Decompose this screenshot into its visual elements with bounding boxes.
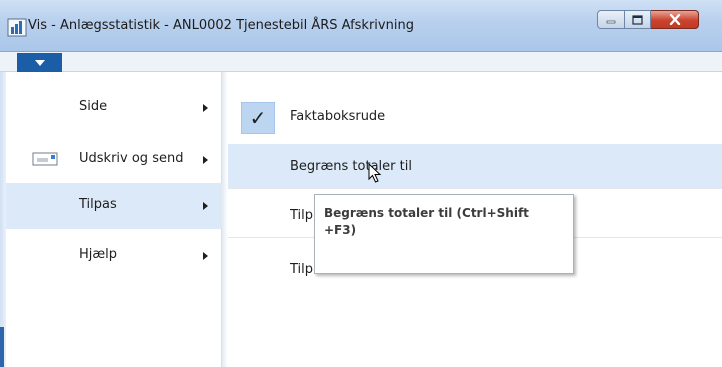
submenu-item-label: Begræns totaler til xyxy=(290,159,412,174)
submenu-arrow-icon xyxy=(203,252,208,260)
menu-item-side[interactable]: Side xyxy=(6,85,222,131)
left-edge-accent xyxy=(0,327,4,367)
menu-item-hjaelp[interactable]: Hjælp xyxy=(6,233,222,279)
menu-item-label: Side xyxy=(79,99,108,114)
print-icon xyxy=(32,152,58,166)
submenu-item-label: Tilp xyxy=(290,208,314,223)
tooltip-text: Begræns totaler til (Ctrl+Shift +F3) xyxy=(324,206,529,237)
chart-icon xyxy=(7,18,27,37)
submenu-arrow-icon xyxy=(203,202,208,210)
menu-item-label: Hjælp xyxy=(79,247,118,262)
menu-item-udskriv-og-send[interactable]: Udskriv og send xyxy=(6,137,222,183)
title-bar: Vis - Anlægsstatistik - ANL0002 Tjeneste… xyxy=(0,0,722,52)
close-button[interactable] xyxy=(651,10,699,29)
minimize-icon xyxy=(606,20,616,23)
submenu-arrow-icon xyxy=(203,156,208,164)
submenu-arrow-icon xyxy=(203,104,208,112)
menu-item-label: Udskriv og send xyxy=(79,151,184,166)
mouse-cursor-icon xyxy=(368,163,382,183)
maximize-button[interactable] xyxy=(625,10,651,29)
backstage-menu: Side Udskriv og send Tilpas Hjælp xyxy=(6,72,222,367)
ribbon-bar xyxy=(0,52,722,72)
minimize-button[interactable] xyxy=(597,10,625,29)
maximize-icon xyxy=(632,14,643,25)
chevron-down-icon xyxy=(34,59,45,66)
submenu-item-begraens-totaler[interactable]: Begræns totaler til xyxy=(228,144,722,189)
menu-item-label: Tilpas xyxy=(79,197,117,212)
window-title: Vis - Anlægsstatistik - ANL0002 Tjeneste… xyxy=(28,18,414,33)
submenu-item-label: Tilp xyxy=(290,262,314,277)
menu-item-tilpas[interactable]: Tilpas xyxy=(6,183,222,229)
file-tab-button[interactable] xyxy=(17,53,62,72)
checkmark-icon: ✓ xyxy=(241,102,275,134)
submenu-item-label: Faktaboksrude xyxy=(290,109,386,124)
close-icon xyxy=(669,14,680,25)
submenu-item-faktaboksrude[interactable]: ✓ Faktaboksrude xyxy=(228,94,722,139)
tooltip: Begræns totaler til (Ctrl+Shift +F3) xyxy=(314,194,574,274)
window-controls xyxy=(597,10,699,30)
